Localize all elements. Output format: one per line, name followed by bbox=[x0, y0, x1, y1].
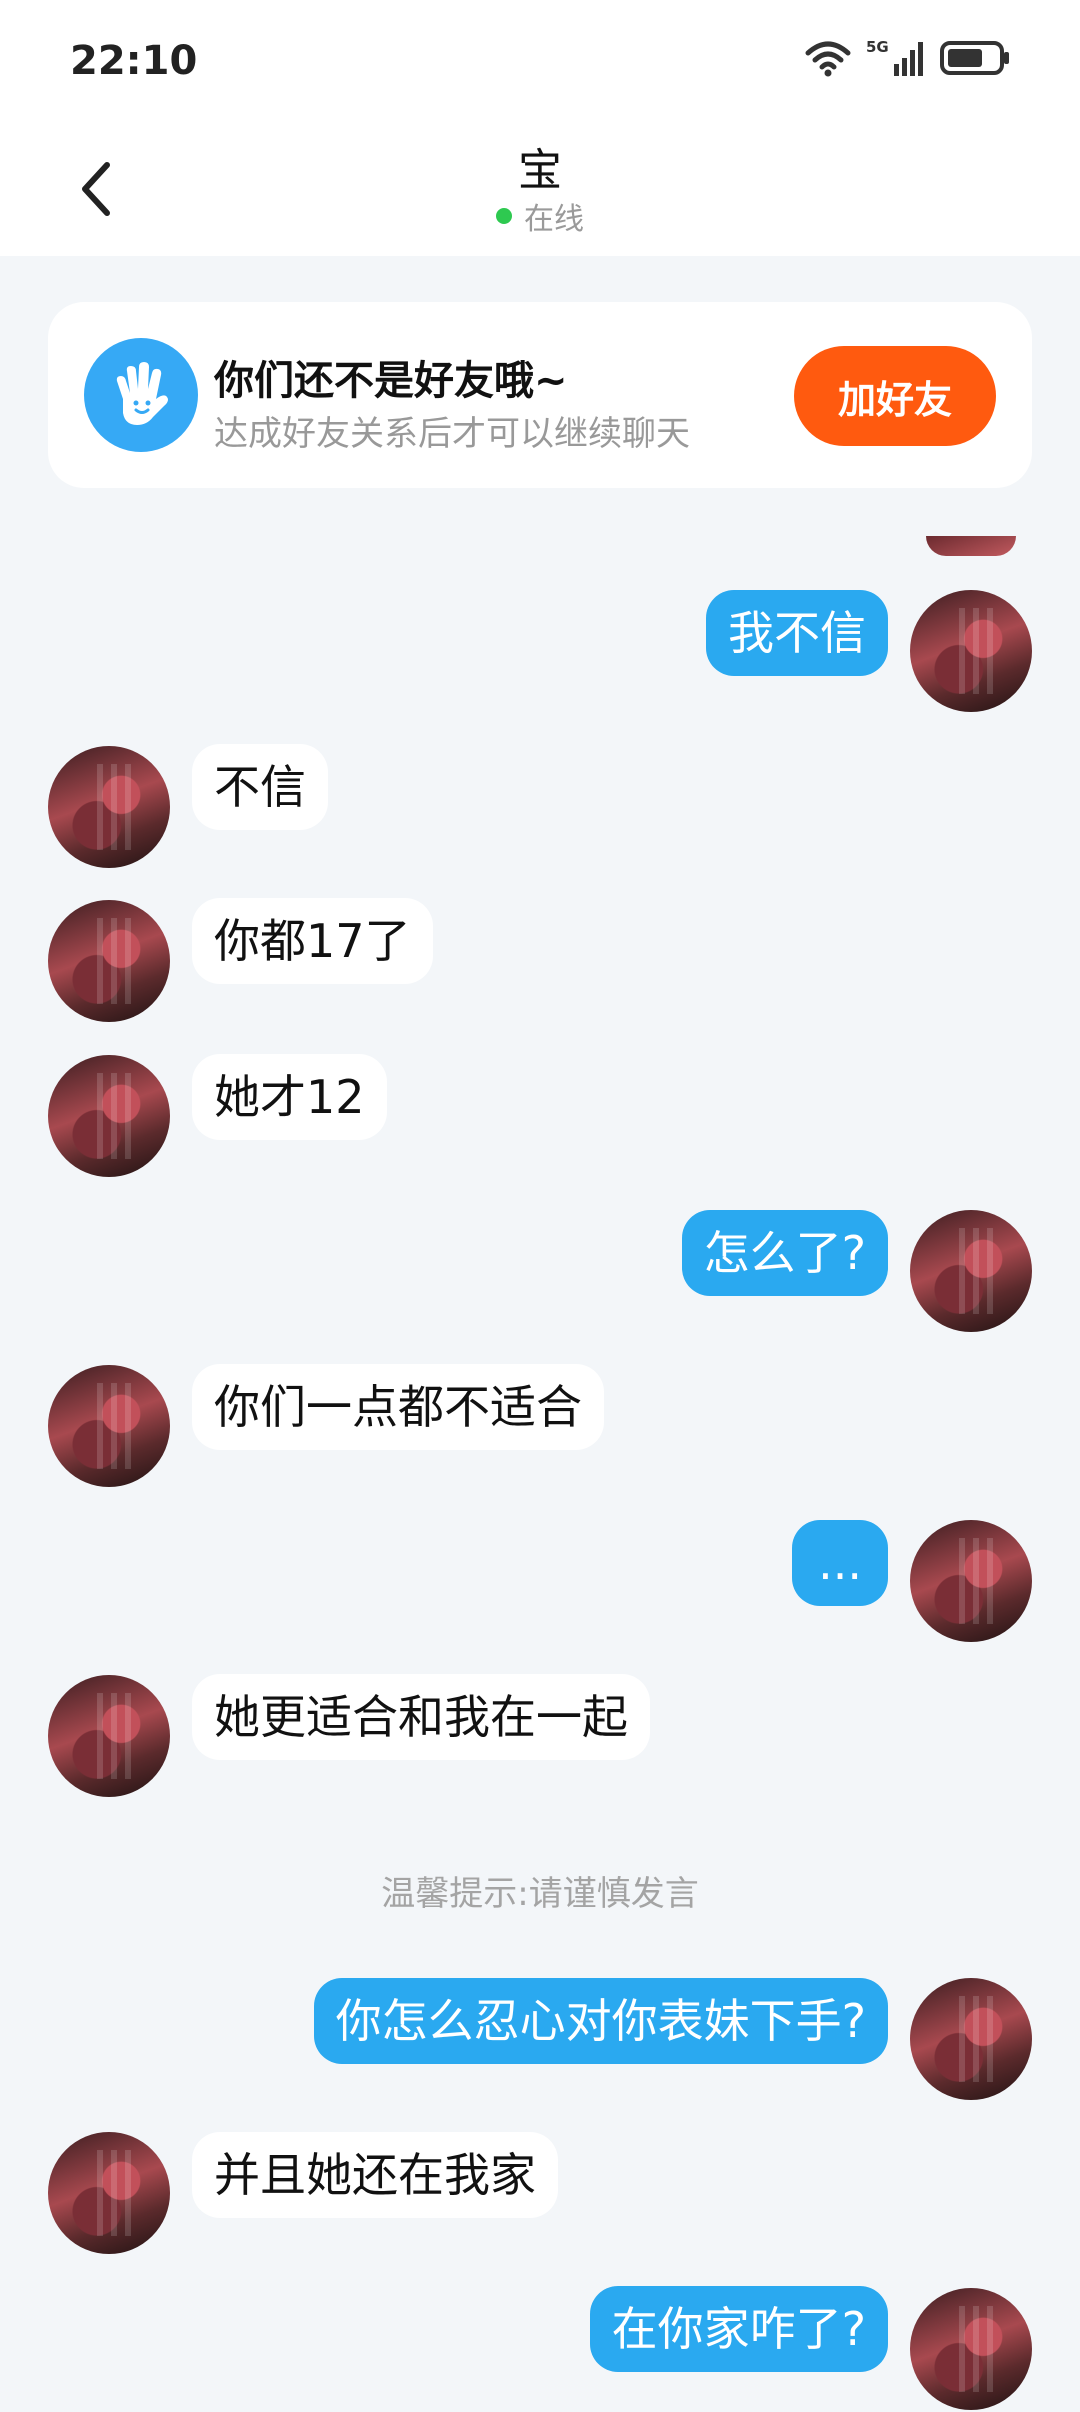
message-bubble-received[interactable]: 不信 bbox=[192, 744, 328, 830]
friend-card-subtitle: 达成好友关系后才可以继续聊天 bbox=[214, 414, 690, 454]
contact-avatar[interactable] bbox=[48, 900, 170, 1022]
message-bubble-sent[interactable]: 我不信 bbox=[706, 590, 888, 676]
message-bubble-received[interactable]: 她才12 bbox=[192, 1054, 387, 1140]
chat-header: 宝 在线 bbox=[0, 120, 1080, 256]
signal-icon: 5G bbox=[866, 38, 923, 76]
message-bubble-received[interactable]: 你都17了 bbox=[192, 898, 433, 984]
my-avatar[interactable] bbox=[910, 1978, 1032, 2100]
svg-text:5G: 5G bbox=[866, 38, 889, 56]
status-bar: 22:10 5G bbox=[0, 0, 1080, 120]
contact-avatar[interactable] bbox=[48, 746, 170, 868]
message-bubble-received[interactable]: 你们一点都不适合 bbox=[192, 1364, 604, 1450]
online-dot-icon bbox=[496, 208, 512, 224]
contact-avatar[interactable] bbox=[48, 1675, 170, 1797]
status-icons: 5G bbox=[804, 38, 1010, 78]
avatar[interactable] bbox=[926, 536, 1016, 556]
my-avatar[interactable] bbox=[910, 1520, 1032, 1642]
friend-card-title: 你们还不是好友哦~ bbox=[214, 358, 568, 404]
message-bubble-sent[interactable]: ... bbox=[792, 1520, 888, 1606]
battery-icon bbox=[940, 41, 1009, 75]
online-status-label: 在线 bbox=[524, 202, 584, 237]
status-time: 22:10 bbox=[70, 38, 198, 84]
safety-tip: 温馨提示:请谨慎发言 bbox=[381, 1874, 699, 1914]
contact-avatar[interactable] bbox=[48, 1365, 170, 1487]
add-friend-button[interactable]: 加好友 bbox=[794, 346, 996, 446]
online-status: 在线 bbox=[0, 194, 1080, 238]
contact-avatar[interactable] bbox=[48, 1055, 170, 1177]
message-bubble-sent[interactable]: 在你家咋了? bbox=[589, 2286, 888, 2372]
wifi-icon bbox=[805, 41, 851, 77]
message-bubble-sent[interactable]: 你怎么忍心对你表妹下手? bbox=[313, 1978, 888, 2064]
message-bubble-received[interactable]: 并且她还在我家 bbox=[192, 2132, 558, 2218]
message-bubble-sent[interactable]: 怎么了? bbox=[681, 1210, 888, 1296]
waving-hand-icon bbox=[84, 338, 198, 452]
my-avatar[interactable] bbox=[910, 1210, 1032, 1332]
my-avatar[interactable] bbox=[910, 2288, 1032, 2410]
contact-name: 宝 bbox=[518, 145, 562, 196]
friend-request-card: 你们还不是好友哦~ 达成好友关系后才可以继续聊天 加好友 bbox=[48, 302, 1032, 488]
my-avatar[interactable] bbox=[910, 590, 1032, 712]
message-bubble-received[interactable]: 她更适合和我在一起 bbox=[192, 1674, 650, 1760]
contact-avatar[interactable] bbox=[48, 2132, 170, 2254]
